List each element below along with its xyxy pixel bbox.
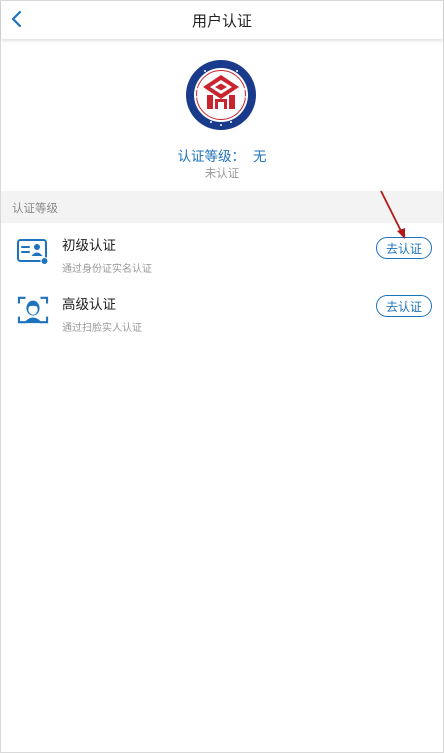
item-title: 高级认证 [62,297,116,313]
list-item-basic-certification: 初级认证 通过身份证实名认证 去认证 [1,223,443,283]
real-estate-registration-logo [186,60,256,130]
list-item-advanced-certification: 高级认证 通过扫脸实人认证 去认证 [1,283,443,343]
section-title: 认证等级 [12,201,58,215]
level-label: 认证等级： [177,149,246,165]
profile-panel: 认证等级： 无 未认证 [1,39,443,191]
face-scan-icon [17,296,49,324]
level-value: 无 [253,149,267,165]
chevron-left-icon [11,10,22,28]
advanced-certification-button[interactable]: 去认证 [376,295,432,317]
back-button[interactable] [5,7,29,31]
certification-level: 认证等级： 无 [1,145,443,165]
basic-certification-button[interactable]: 去认证 [376,237,432,259]
certification-status: 未认证 [204,166,240,180]
item-description: 通过扫脸实人认证 [62,323,142,334]
section-header: 认证等级 [1,191,443,223]
page-title: 用户认证 [191,11,252,30]
id-card-icon [17,239,49,265]
item-title: 初级认证 [62,238,116,254]
app-header: 用户认证 [1,1,443,39]
item-description: 通过身份证实名认证 [62,264,152,275]
